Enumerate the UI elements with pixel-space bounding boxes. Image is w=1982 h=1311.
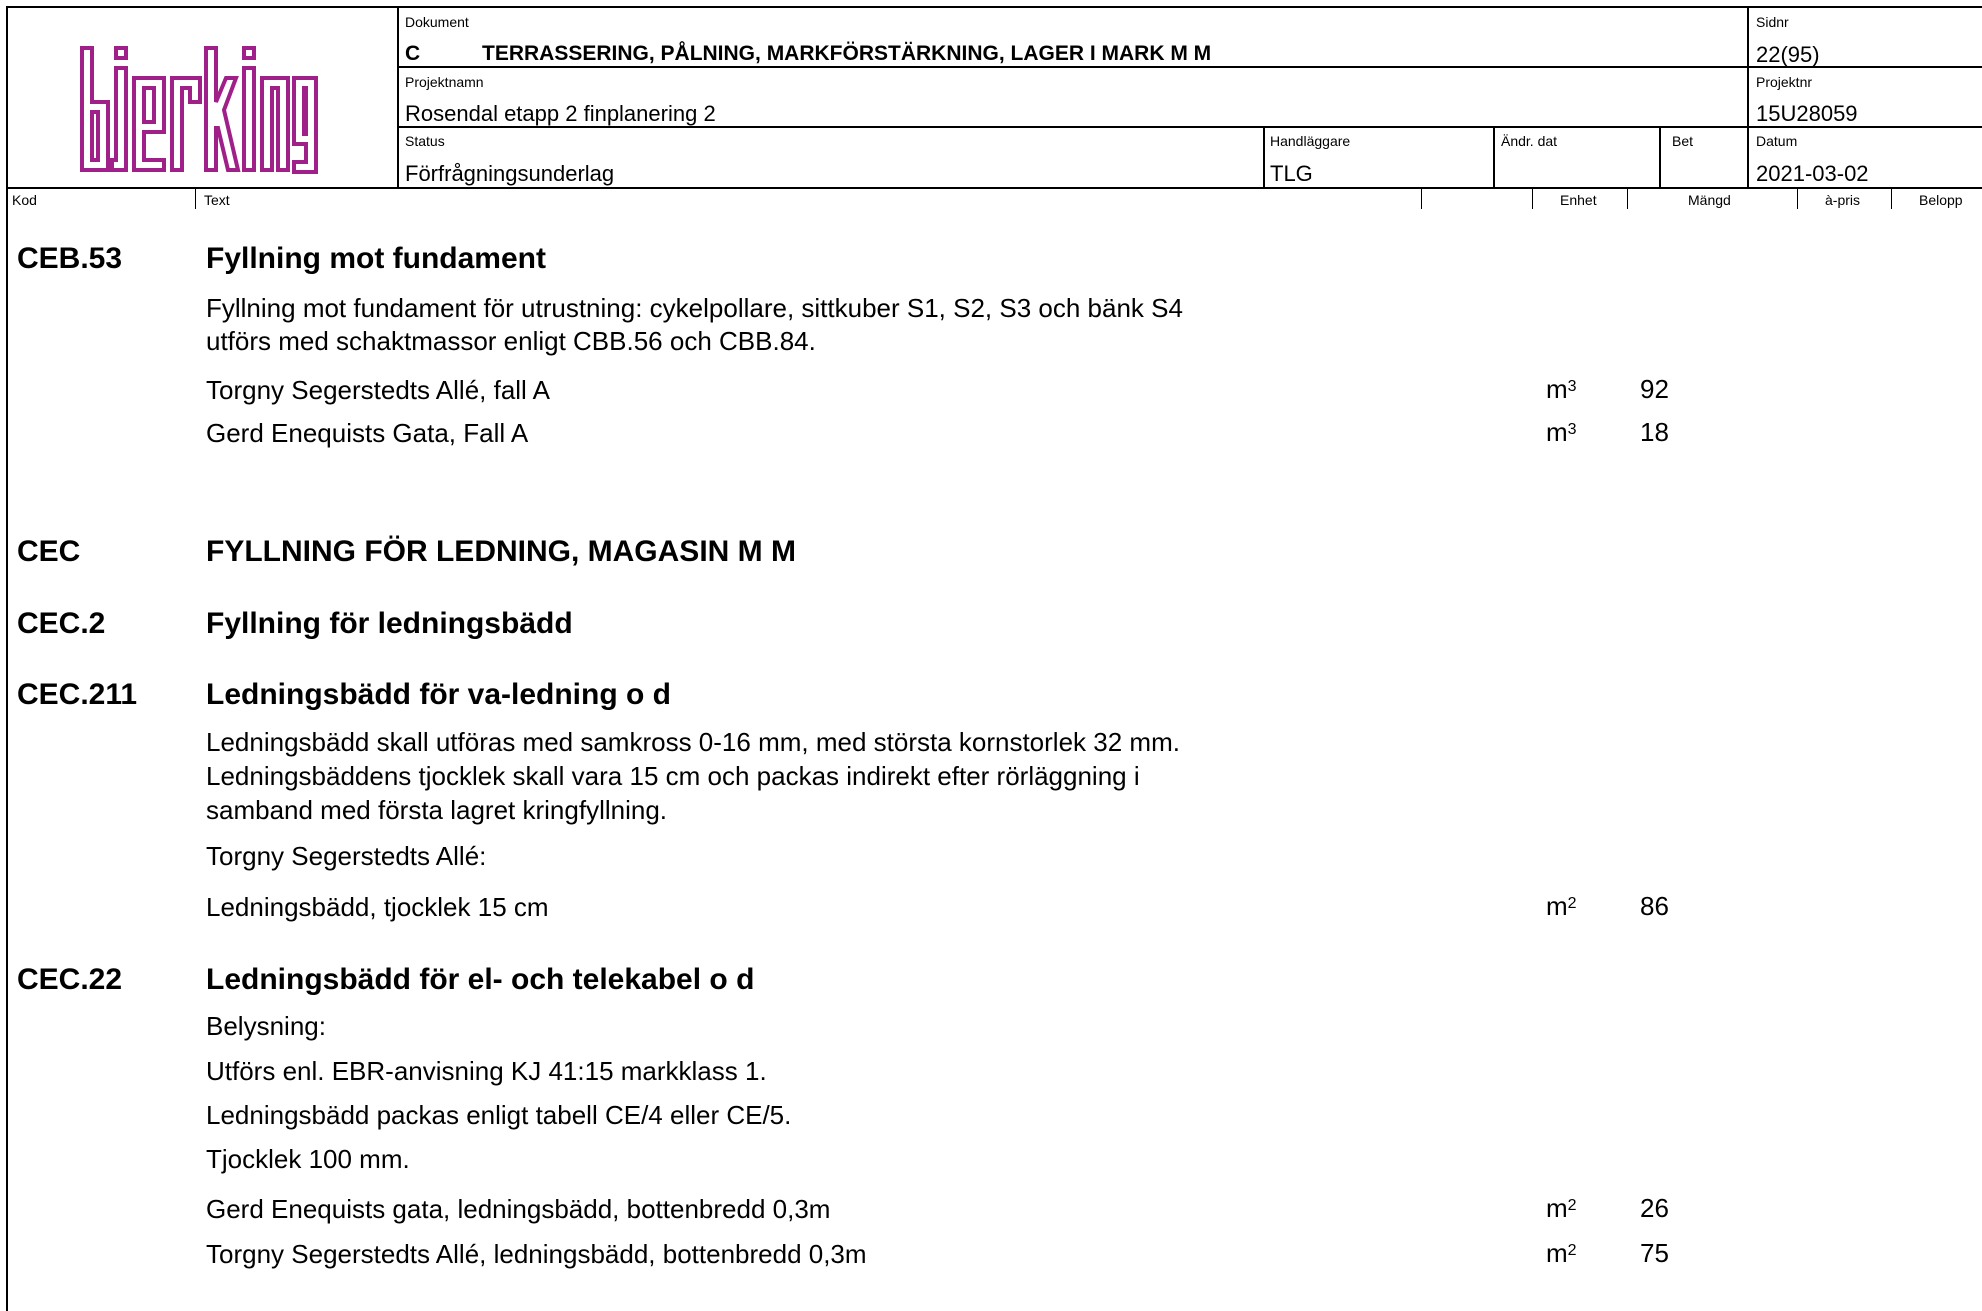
section-text: samband med första lagret kringfyllning.: [206, 795, 668, 825]
bet-label: Bet: [1672, 133, 1694, 149]
line-item-unit: m3: [1546, 374, 1577, 404]
andr-dat-label: Ändr. dat: [1501, 133, 1558, 149]
handlaggare-label: Handläggare: [1270, 133, 1351, 149]
section-title: Ledningsbädd för va-ledning o d: [206, 678, 671, 711]
section-text: Belysning:: [206, 1011, 326, 1041]
section-text: utförs med schaktmassor enligt CBB.56 oc…: [206, 326, 816, 356]
section-title: Fyllning för ledningsbädd: [206, 607, 573, 640]
section-code: CEC.2: [17, 607, 106, 640]
projektnamn-label: Projektnamn: [405, 74, 484, 90]
line-item-unit: m2: [1546, 1193, 1577, 1223]
line-item-unit: m2: [1546, 1238, 1577, 1268]
line-item-desc: Gerd Enequists gata, ledningsbädd, botte…: [206, 1194, 831, 1224]
dokument-title: TERRASSERING, PÅLNING, MARKFÖRSTÄRKNING,…: [482, 42, 1212, 65]
section-title: FYLLNING FÖR LEDNING, MAGASIN M M: [206, 535, 796, 568]
line-item-qty: 18: [1640, 417, 1669, 447]
dokument-label: Dokument: [405, 14, 469, 30]
col-text: Text: [204, 192, 230, 208]
section-title: Ledningsbädd för el- och telekabel o d: [206, 963, 755, 996]
line-item-qty: 75: [1640, 1238, 1669, 1268]
sidnr-value: 22(95): [1756, 42, 1820, 67]
col-mangd: Mängd: [1688, 192, 1731, 208]
dokument-code: C: [405, 42, 421, 65]
status-value: Förfrågningsunderlag: [405, 161, 615, 186]
line-item-desc: Gerd Enequists Gata, Fall A: [206, 418, 529, 448]
status-label: Status: [405, 133, 445, 149]
line-item-unit: m2: [1546, 891, 1577, 921]
section-text: Ledningsbädd packas enligt tabell CE/4 e…: [206, 1100, 792, 1130]
projektnr-value: 15U28059: [1756, 101, 1858, 126]
section-text: Ledningsbäddens tjocklek skall vara 15 c…: [206, 761, 1140, 791]
line-item-qty: 92: [1640, 374, 1669, 404]
sidnr-label: Sidnr: [1756, 14, 1789, 30]
bjerking-logo: [80, 46, 318, 174]
line-item-unit: m3: [1546, 417, 1577, 447]
col-belopp: Belopp: [1919, 192, 1963, 208]
line-item-qty: 26: [1640, 1193, 1669, 1223]
col-enhet: Enhet: [1560, 192, 1597, 208]
section-code: CEC: [17, 535, 81, 568]
section-subheading: Torgny Segerstedts Allé:: [206, 841, 487, 871]
handlaggare-value: TLG: [1270, 161, 1313, 186]
col-kod: Kod: [12, 192, 37, 208]
section-text: Tjocklek 100 mm.: [206, 1144, 410, 1174]
line-item-desc: Torgny Segerstedts Allé, fall A: [206, 375, 550, 405]
datum-value: 2021-03-02: [1756, 161, 1869, 186]
projektnamn-value: Rosendal etapp 2 finplanering 2: [405, 101, 716, 126]
projektnr-label: Projektnr: [1756, 74, 1813, 90]
section-code: CEC.211: [17, 678, 138, 711]
section-title: Fyllning mot fundament: [206, 242, 546, 275]
line-item-qty: 86: [1640, 891, 1669, 921]
section-code: CEB.53: [17, 242, 123, 275]
col-apris: à-pris: [1825, 192, 1861, 208]
datum-label: Datum: [1756, 133, 1798, 149]
section-text: Ledningsbädd skall utföras med samkross …: [206, 727, 1180, 757]
section-text: Fyllning mot fundament för utrustning: c…: [206, 293, 1183, 323]
section-text: Utförs enl. EBR-anvisning KJ 41:15 markk…: [206, 1056, 767, 1086]
line-item-desc: Torgny Segerstedts Allé, ledningsbädd, b…: [206, 1239, 867, 1269]
section-code: CEC.22: [17, 963, 123, 996]
line-item-desc: Ledningsbädd, tjocklek 15 cm: [206, 892, 549, 922]
